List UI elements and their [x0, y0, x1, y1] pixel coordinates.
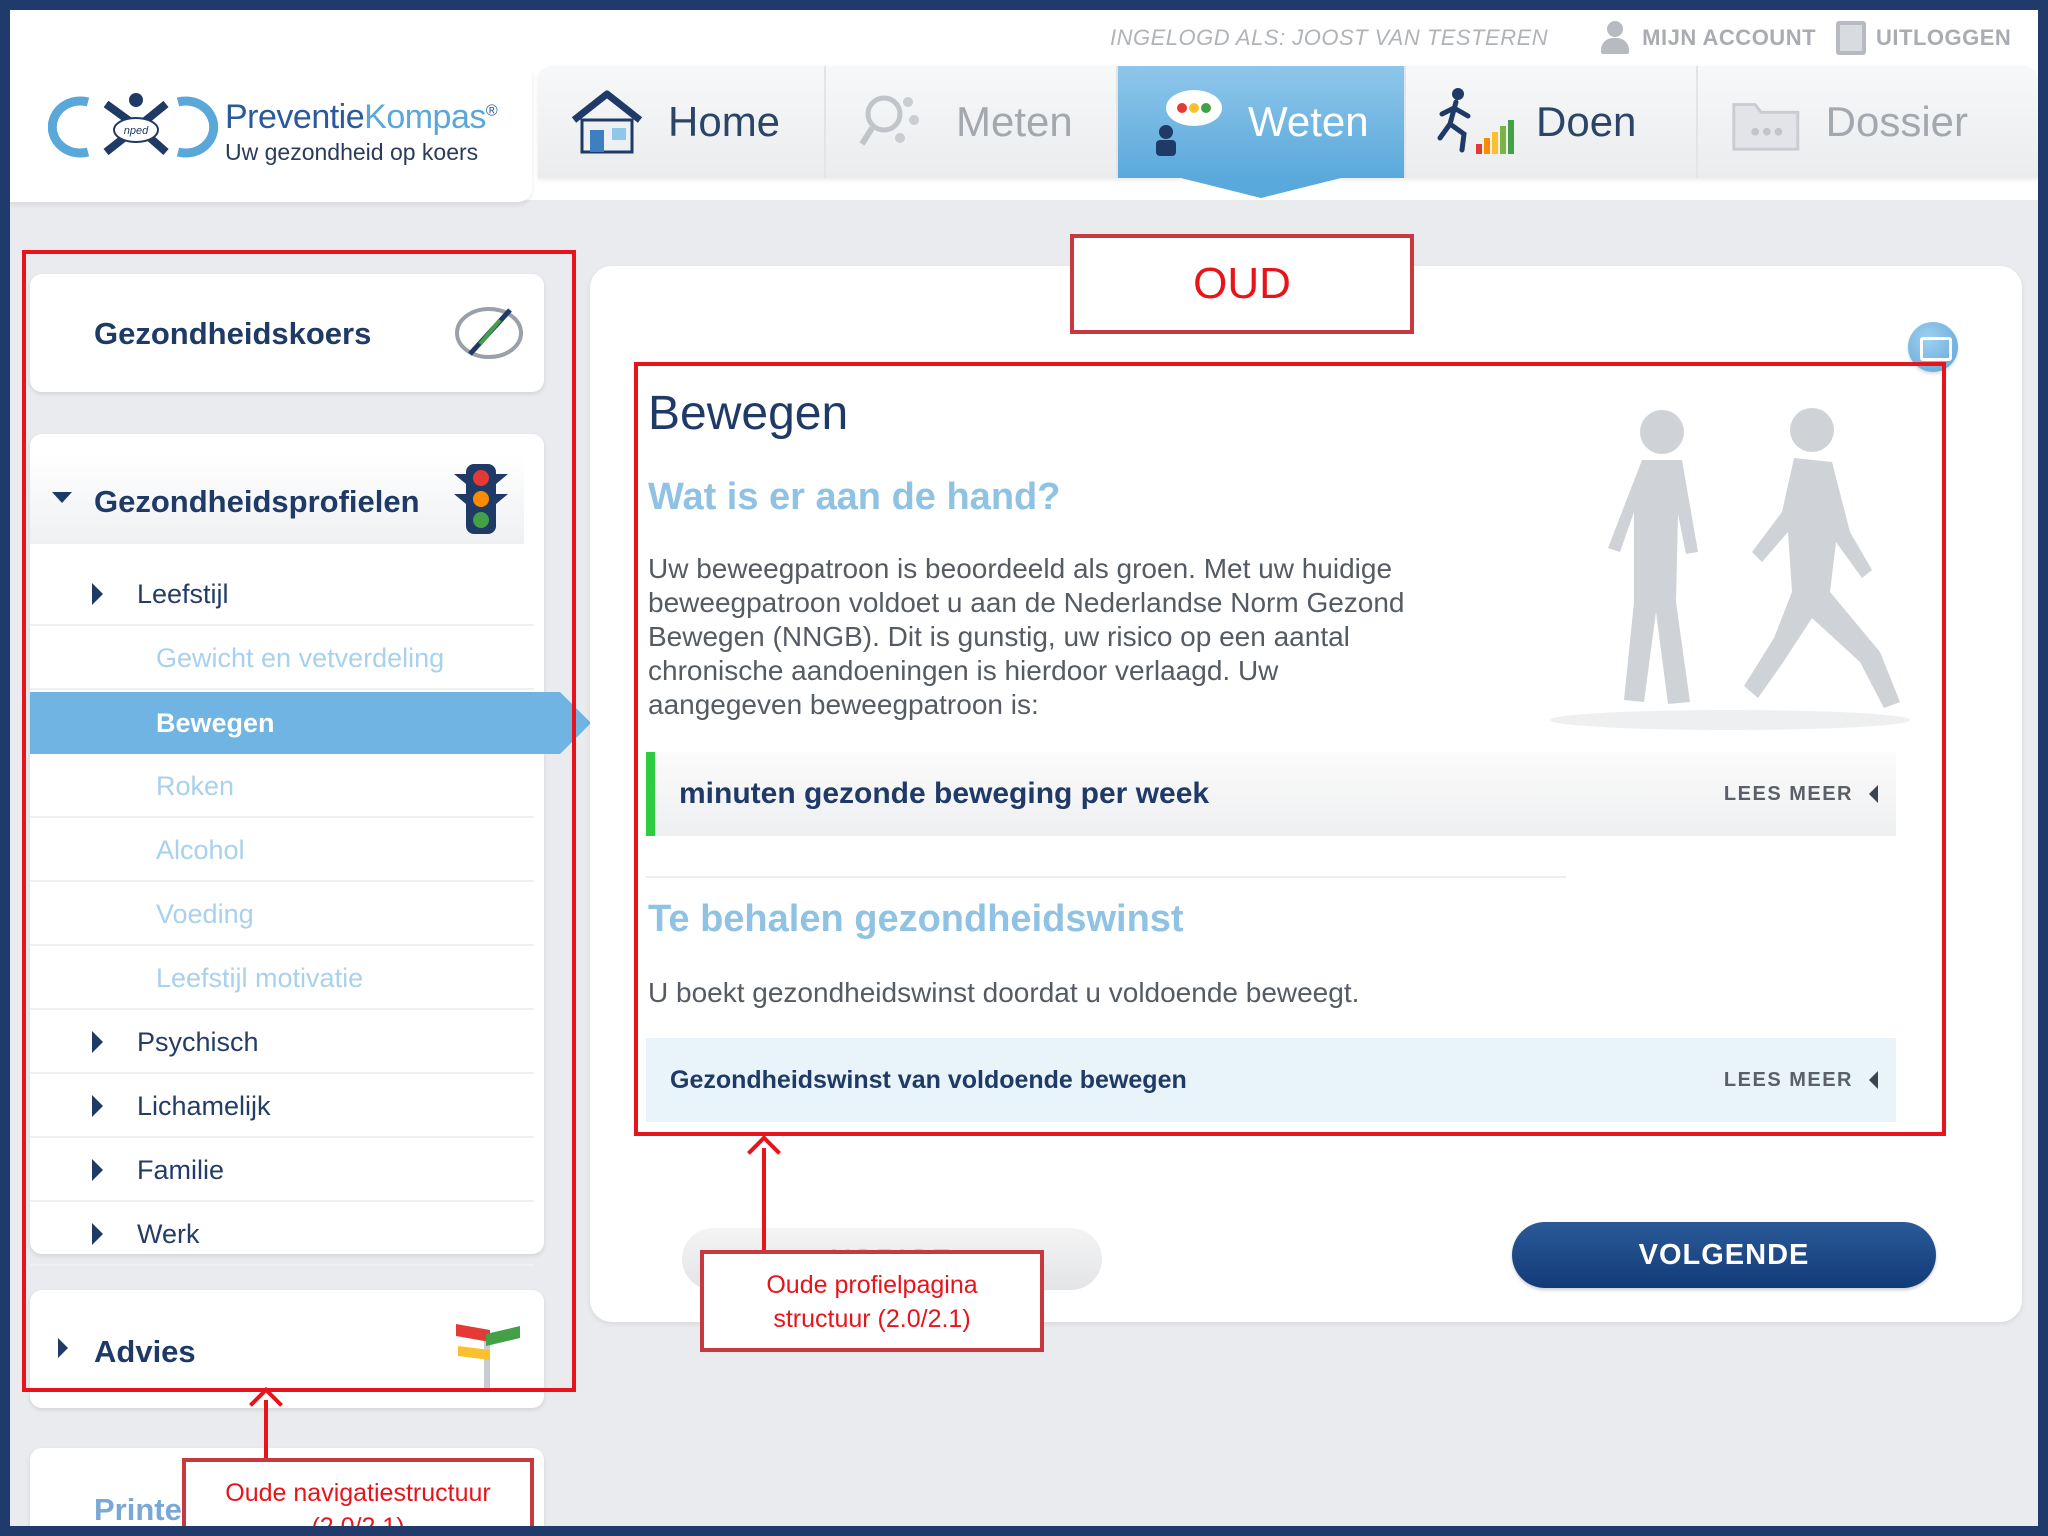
logged-in-label: INGELOGD ALS: JOOST VAN TESTEREN — [1110, 25, 1549, 50]
next-button[interactable]: VOLGENDE — [1512, 1222, 1936, 1288]
logo-brand-2: Kompas — [364, 98, 486, 136]
annotation-nav-label: Oude navigatiestructuur (2.0/2.1) — [182, 1458, 534, 1526]
nav-dossier[interactable]: Dossier — [1698, 66, 1998, 178]
annotation-profile-line-1: Oude profielpagina — [766, 1271, 978, 1299]
logout-link[interactable]: UITLOGGEN — [1836, 21, 2011, 55]
annotation-oud-label: OUD — [1070, 234, 1414, 334]
annotation-profile-label: Oude profielpagina structuur (2.0/2.1) — [700, 1250, 1044, 1352]
nav-weten[interactable]: Weten — [1118, 66, 1406, 198]
annotation-profile-line-2: structuur (2.0/2.1) — [773, 1305, 971, 1333]
chat-person-icon — [1156, 90, 1222, 156]
nav-home[interactable]: Home — [538, 66, 826, 178]
printen-title: Printe — [94, 1492, 182, 1526]
runner-bars-icon — [1437, 88, 1514, 154]
measure-icon — [859, 95, 919, 146]
nav-meten[interactable]: Meten — [826, 66, 1118, 178]
logo-tagline: Uw gezondheid op koers — [225, 139, 479, 165]
nav-weten-label: Weten — [1248, 98, 1369, 145]
user-icon — [1598, 21, 1632, 55]
user-line: INGELOGD ALS: JOOST VAN TESTEREN MIJN AC… — [1110, 18, 2011, 58]
nav-meten-label: Meten — [956, 98, 1073, 145]
app-window: INGELOGD ALS: JOOST VAN TESTEREN MIJN AC… — [10, 10, 2038, 1526]
main-nav: Home Meten Weten Doen Dossier — [538, 66, 2038, 198]
house-icon — [571, 90, 643, 154]
my-account-label: MIJN ACCOUNT — [1642, 25, 1817, 50]
my-account-link[interactable]: MIJN ACCOUNT — [1598, 21, 1816, 55]
folder-icon — [1732, 103, 1800, 151]
nav-doen-label: Doen — [1536, 98, 1637, 145]
nav-doen[interactable]: Doen — [1406, 66, 1698, 178]
annotation-profile-rect — [634, 362, 1946, 1136]
logo[interactable]: nped PreventieKompas® Uw gezondheid op k… — [10, 70, 532, 202]
logout-label: UITLOGGEN — [1876, 25, 2012, 50]
logo-brand-1: Preventie — [225, 98, 365, 136]
top-bar: INGELOGD ALS: JOOST VAN TESTEREN MIJN AC… — [10, 10, 2038, 202]
logo-mark-icon: nped — [48, 93, 218, 158]
logout-icon — [1836, 21, 1867, 55]
annotation-nav-rect — [22, 250, 576, 1392]
logo-title: PreventieKompas® — [225, 98, 498, 137]
annotation-nav-line-2: (2.0/2.1) — [186, 1510, 530, 1526]
nav-home-label: Home — [668, 98, 781, 145]
logo-registered: ® — [485, 102, 498, 120]
annotation-nav-line-1: Oude navigatiestructuur — [225, 1479, 491, 1507]
logo-mark-text: nped — [124, 125, 149, 137]
logo-text: PreventieKompas® Uw gezondheid op koers — [225, 98, 498, 166]
nav-dossier-label: Dossier — [1825, 98, 1968, 145]
